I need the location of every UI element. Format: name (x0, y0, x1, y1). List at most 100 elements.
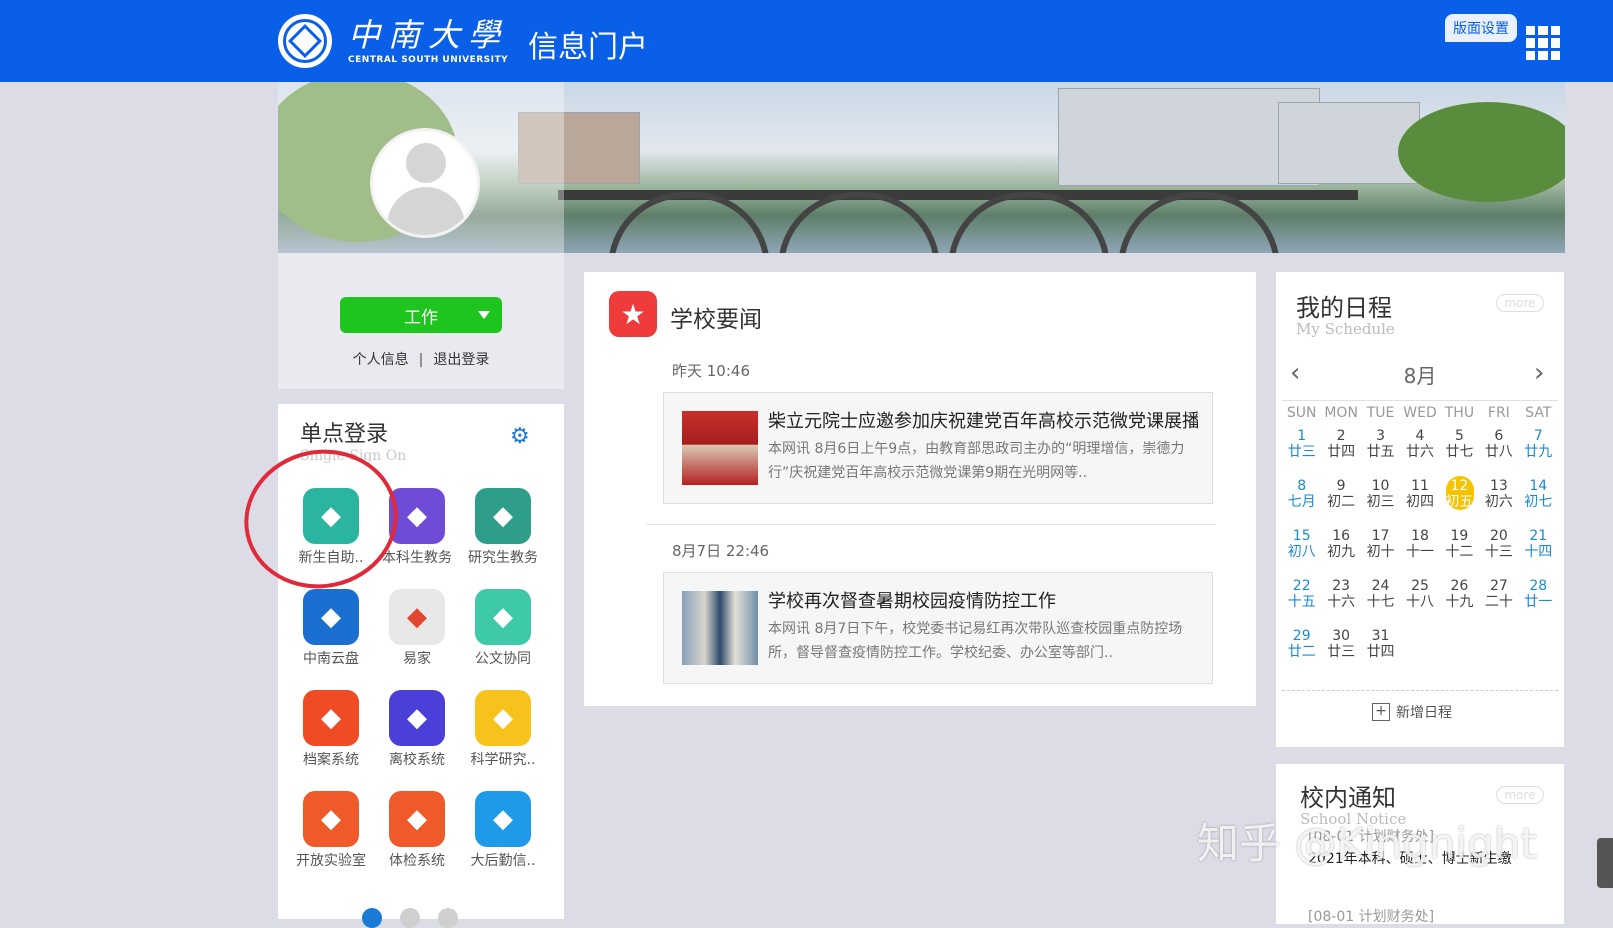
notice-title: 校内通知 (1300, 784, 1396, 812)
day-number: 21 (1529, 528, 1548, 544)
calendar-day[interactable]: 31 廿四 (1361, 628, 1400, 662)
weekday-label: SUN (1286, 405, 1317, 421)
lunar-date: 廿四 (1327, 444, 1356, 460)
logout-link[interactable]: 退出登录 (433, 352, 489, 368)
day-number: 9 (1336, 478, 1346, 494)
day-number: 18 (1411, 528, 1429, 544)
calendar-day[interactable]: 18 十一 (1400, 528, 1439, 562)
calendar-day[interactable]: 10 初三 (1361, 478, 1400, 512)
sso-app-item[interactable]: ◆ 大后勤信.. (458, 791, 548, 870)
calendar-day[interactable]: 13 初六 (1479, 478, 1518, 512)
folder-icon: ◆ (303, 690, 359, 746)
dropdown-caret-icon (478, 311, 490, 319)
zhihu-watermark: 知乎 @Kingnight (1197, 819, 1537, 868)
calendar-day[interactable]: 1 廿三 (1282, 428, 1321, 462)
calendar-day[interactable]: 22 十五 (1282, 578, 1321, 612)
lunar-date: 十三 (1484, 544, 1513, 560)
user-panel: 工作 个人信息 | 退出登录 (278, 253, 564, 389)
lunar-date: 初六 (1484, 494, 1513, 510)
day-number: 10 (1371, 478, 1390, 494)
apps-grid-icon[interactable] (1526, 26, 1560, 60)
add-schedule-button[interactable]: + 新增日程 (1372, 702, 1452, 722)
calendar-grid: 1 廿三 2 廿四 3 廿五 4 廿六 5 廿七 6 廿八 7 廿九 8 七月 9 初二 10 初三 11 初四 12 初五 1… (1282, 428, 1558, 662)
lunar-date: 初七 (1524, 494, 1553, 510)
calendar-day[interactable]: 15 初八 (1282, 528, 1321, 562)
lunar-date: 廿三 (1327, 644, 1356, 660)
calendar-day[interactable]: 2 廿四 (1321, 428, 1360, 462)
calendar-day[interactable]: 7 廿九 (1519, 428, 1558, 462)
university-logo[interactable]: 中南大學 CENTRAL SOUTH UNIVERSITY (278, 14, 508, 68)
lunar-date: 廿一 (1524, 594, 1553, 610)
calendar-day[interactable]: 14 初七 (1519, 478, 1558, 512)
sso-app-item[interactable]: ◆ 开放实验室 (286, 791, 376, 870)
medical-icon: ◆ (389, 791, 445, 847)
calendar-day[interactable]: 9 初二 (1321, 478, 1360, 512)
sso-app-label: 中南云盘 (303, 651, 359, 667)
calendar-day[interactable]: 19 十二 (1440, 528, 1479, 562)
day-number: 22 (1292, 578, 1311, 594)
calendar-day[interactable]: 23 十六 (1321, 578, 1360, 612)
month-label: 8月 (1403, 364, 1437, 388)
calendar-day[interactable]: 8 七月 (1282, 478, 1321, 512)
weekday-label: THU (1444, 405, 1475, 421)
user-avatar[interactable] (370, 128, 480, 238)
weekday-label: SAT (1525, 405, 1552, 421)
calendar-day[interactable]: 21 十四 (1519, 528, 1558, 562)
calendar-day[interactable]: 17 初十 (1361, 528, 1400, 562)
calendar-day[interactable]: 30 廿三 (1321, 628, 1360, 662)
sso-app-item[interactable]: ◆ 离校系统 (372, 690, 462, 769)
work-dropdown-button[interactable]: 工作 (340, 297, 502, 333)
calendar-day[interactable]: 26 十九 (1440, 578, 1479, 612)
documents-icon: ◆ (475, 589, 531, 645)
day-number: 8 (1297, 478, 1307, 494)
day-number: 5 (1454, 428, 1464, 444)
calendar-day[interactable]: 27 二十 (1479, 578, 1518, 612)
sso-title: 单点登录 (300, 422, 389, 447)
sso-app-label: 大后勤信.. (470, 853, 536, 869)
lunar-date: 廿五 (1366, 444, 1395, 460)
news-headline[interactable]: 学校再次督查暑期校园疫情防控工作 (768, 587, 1198, 613)
calendar-day[interactable]: 11 初四 (1400, 478, 1439, 512)
top-header: 中南大學 CENTRAL SOUTH UNIVERSITY 信息门户 版面设置 (0, 0, 1613, 82)
calendar-day[interactable]: 5 廿七 (1440, 428, 1479, 462)
day-number: 7 (1533, 428, 1543, 444)
page-dot-3[interactable] (438, 908, 458, 928)
news-item[interactable]: 学校再次督查暑期校园疫情防控工作 本网讯 8月7日下午，校党委书记易红再次带队巡… (663, 572, 1213, 684)
sso-app-item[interactable]: ◆ 研究生教务 (458, 488, 548, 567)
sso-app-item[interactable]: ◆ 中南云盘 (286, 589, 376, 668)
sso-app-item[interactable]: ◆ 档案系统 (286, 690, 376, 769)
calendar-day[interactable]: 24 十七 (1361, 578, 1400, 612)
sso-app-item[interactable]: ◆ 公文协同 (458, 589, 548, 668)
calendar-day[interactable]: 25 十八 (1400, 578, 1439, 612)
day-number: 25 (1411, 578, 1429, 594)
notice-more-button[interactable]: more (1496, 786, 1544, 804)
gear-icon[interactable]: ⚙ (510, 424, 530, 449)
sso-app-item[interactable]: ◆ 体检系统 (372, 791, 462, 870)
day-number: 20 (1489, 528, 1508, 544)
profile-link[interactable]: 个人信息 (353, 352, 409, 368)
news-item[interactable]: 柴立元院士应邀参加庆祝建党百年高校示范微党课展播 本网讯 8月6日上午9点，由教… (663, 392, 1213, 504)
calendar-day[interactable]: 6 廿八 (1479, 428, 1518, 462)
calendar-day[interactable]: 28 廿一 (1519, 578, 1558, 612)
lunar-date: 十四 (1524, 544, 1553, 560)
calendar-day[interactable]: 4 廿六 (1400, 428, 1439, 462)
calendar-day[interactable]: 3 廿五 (1361, 428, 1400, 462)
calendar-day[interactable]: 29 廿二 (1282, 628, 1321, 662)
side-tab[interactable] (1597, 838, 1613, 888)
calendar-day[interactable]: 12 初五 (1440, 476, 1479, 512)
monitor-icon: ◆ (389, 690, 445, 746)
page-dot-1[interactable] (362, 908, 382, 928)
chevron-right-icon[interactable]: › (1534, 358, 1544, 388)
sso-app-item[interactable]: ◆ 科学研究.. (458, 690, 548, 769)
layout-settings-button[interactable]: 版面设置 (1445, 14, 1517, 42)
schedule-more-button[interactable]: more (1496, 294, 1544, 312)
lunar-date: 初九 (1327, 544, 1356, 560)
calendar-day[interactable]: 16 初九 (1321, 528, 1360, 562)
lunar-date: 初八 (1287, 544, 1316, 560)
sso-app-item[interactable]: ◆ 易家 (372, 589, 462, 668)
lunar-date: 廿六 (1405, 444, 1434, 460)
sso-app-label: 易家 (403, 651, 431, 667)
calendar-day[interactable]: 20 十三 (1479, 528, 1518, 562)
news-headline[interactable]: 柴立元院士应邀参加庆祝建党百年高校示范微党课展播 (768, 407, 1198, 433)
page-dot-2[interactable] (400, 908, 420, 928)
